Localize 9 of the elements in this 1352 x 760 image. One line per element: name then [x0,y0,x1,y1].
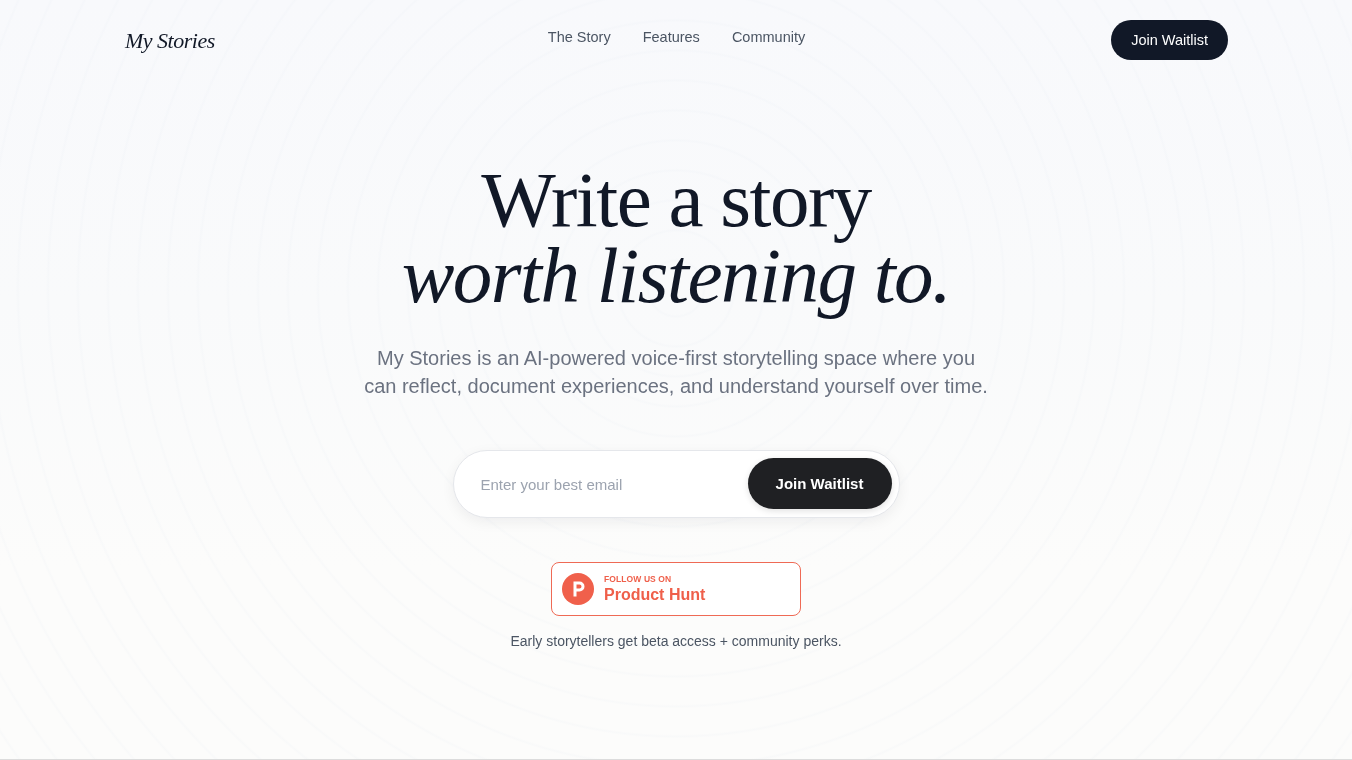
nav-link[interactable]: The Story [547,29,611,45]
hero-subtitle: My Stories is an AI-powered voice-first storytelling space where you can reflect, document experiences, and understand yourself over time. [363,346,989,399]
logo[interactable]: My Stories [125,28,217,54]
join-waitlist-button[interactable]: Join Waitlist [1111,20,1228,60]
nav-link[interactable]: Features [642,29,700,45]
beta-perks-note: Early storytellers get beta access + community perks. [510,633,842,649]
nav-link[interactable]: Community [731,29,806,45]
p-circle-icon [562,573,594,605]
join-waitlist-button[interactable]: Join Waitlist [747,458,892,509]
